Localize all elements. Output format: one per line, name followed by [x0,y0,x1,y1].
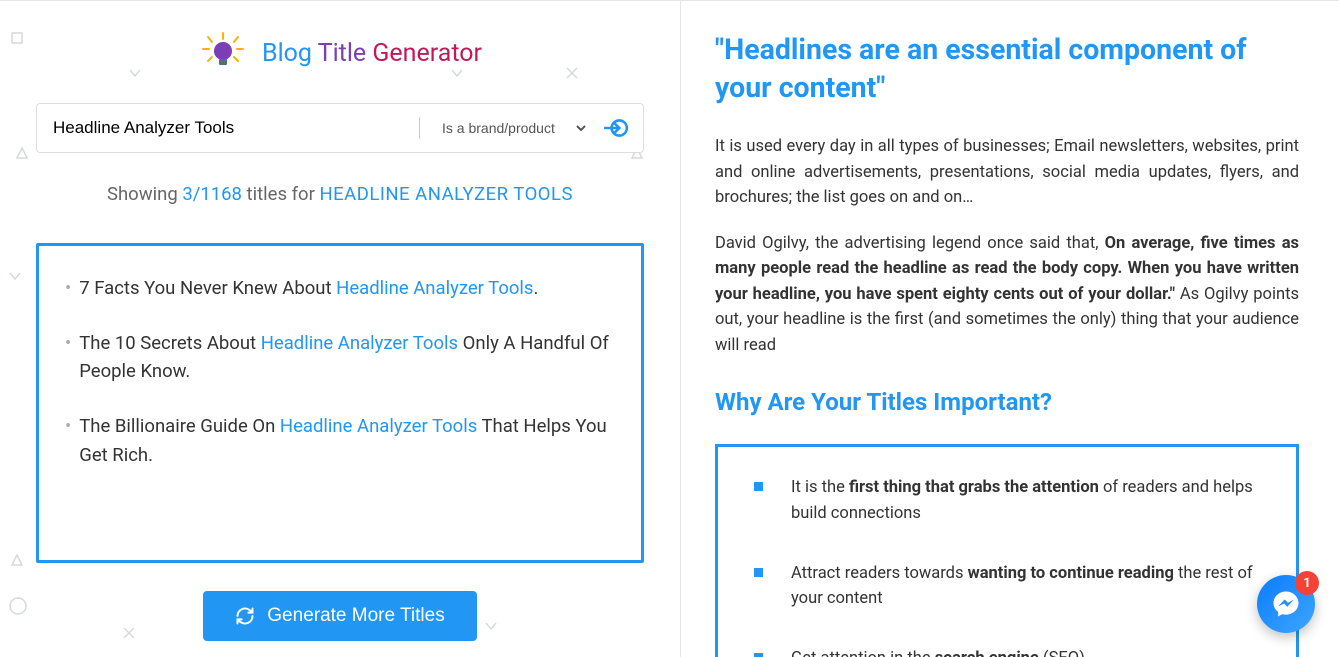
list-item: It is the first thing that grabs the att… [754,475,1266,526]
logo: Blog Title Generator [36,31,644,75]
bullet-icon: • [65,412,71,469]
list-item: Attract readers towards wanting to conti… [754,561,1266,612]
ogilvy-para: David Ogilvy, the advertising legend onc… [715,231,1299,359]
results-box: • 7 Facts You Never Knew About Headline … [36,243,644,563]
article-panel: "Headlines are an essential component of… [680,1,1339,657]
headline-quote: "Headlines are an essential component of… [715,31,1299,108]
bullet-icon: • [65,274,71,303]
sub-heading: Why Are Your Titles Important? [715,388,1299,416]
status-line: Showing 3/1168 titles for HEADLINE ANALY… [36,183,644,205]
generator-panel: Blog Title Generator Is a brand/product … [0,1,680,657]
importance-list: It is the first thing that grabs the att… [715,444,1299,657]
messenger-button[interactable]: 1 [1257,575,1315,633]
title-item: • The Billionaire Guide On Headline Anal… [59,412,621,469]
list-item: Get attention in the search engine (SEO) [754,646,1266,657]
logo-text: Blog Title Generator [262,39,482,68]
bullet-icon: • [65,329,71,386]
title-item: • The 10 Secrets About Headline Analyzer… [59,329,621,386]
square-bullet-icon [754,653,763,657]
notification-badge: 1 [1295,571,1319,595]
title-item: • 7 Facts You Never Knew About Headline … [59,274,621,303]
square-bullet-icon [754,482,763,491]
input-row: Is a brand/product [36,103,644,153]
keyword-input[interactable] [37,118,419,138]
square-bullet-icon [754,568,763,577]
intro-para: It is used every day in all types of bus… [715,134,1299,211]
type-select[interactable]: Is a brand/product [420,119,589,137]
bulb-icon [198,31,248,75]
submit-button[interactable] [589,115,643,141]
messenger-icon [1271,589,1301,619]
refresh-icon [235,606,255,626]
generate-button[interactable]: Generate More Titles [203,591,476,641]
